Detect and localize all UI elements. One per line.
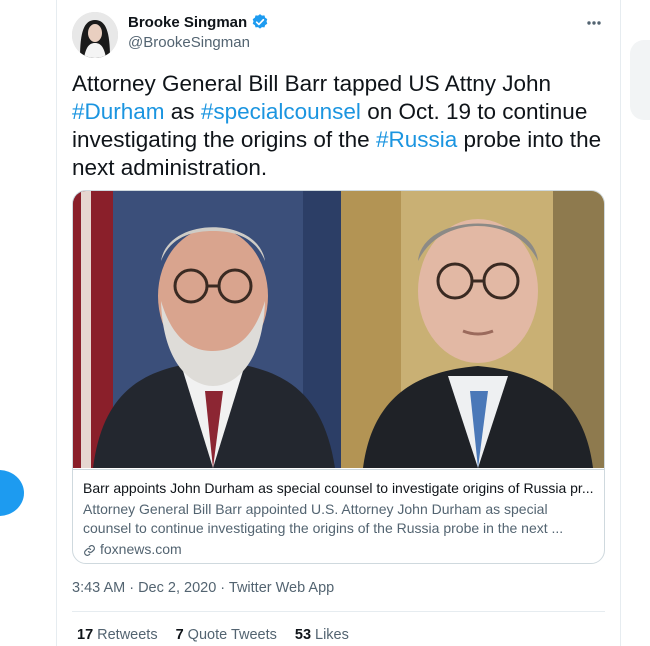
- divider: [72, 611, 605, 612]
- sidebar-panel: [630, 40, 650, 120]
- retweets-label: Retweets: [97, 627, 158, 643]
- link-icon: [83, 543, 96, 556]
- tweet-text: Attorney General Bill Barr tapped US Att…: [72, 70, 605, 182]
- handle[interactable]: @BrookeSingman: [128, 34, 269, 51]
- hashtag-link[interactable]: #Russia: [376, 127, 457, 152]
- retweets-stat[interactable]: 17 Retweets: [77, 627, 158, 643]
- verified-badge-icon: [251, 13, 269, 31]
- card-image: [73, 191, 604, 468]
- quotes-label: Quote Tweets: [187, 627, 277, 643]
- quote-tweets-stat[interactable]: 7 Quote Tweets: [176, 627, 277, 643]
- card-title: Barr appoints John Durham as special cou…: [83, 480, 594, 496]
- retweets-count: 17: [77, 627, 94, 643]
- quotes-count: 7: [175, 627, 184, 643]
- hashtag-link[interactable]: #Durham: [72, 99, 165, 124]
- link-card[interactable]: Barr appoints John Durham as special cou…: [72, 190, 605, 564]
- timeline-left-border: [56, 0, 57, 646]
- engagement-stats: 17 Retweets 7 Quote Tweets 53 Likes: [77, 627, 349, 643]
- likes-count: 53: [294, 627, 312, 643]
- card-description: Attorney General Bill Barr appointed U.S…: [83, 501, 564, 536]
- display-name-row: Brooke Singman: [128, 12, 269, 32]
- tweet-text-segment: as: [164, 99, 201, 124]
- hashtag-link[interactable]: #specialcounsel: [201, 99, 361, 124]
- card-domain-row: foxnews.com: [83, 540, 596, 559]
- more-options-icon[interactable]: [583, 12, 605, 34]
- card-info: Barr appoints John Durham as special cou…: [73, 469, 604, 559]
- avatar[interactable]: [72, 12, 118, 58]
- likes-label: Likes: [315, 627, 349, 643]
- tweet-text-segment: Attorney General Bill Barr tapped US Att…: [72, 71, 552, 96]
- author-names: Brooke Singman @BrookeSingman: [128, 12, 269, 51]
- compose-tweet-button[interactable]: [0, 470, 24, 516]
- card-domain: foxnews.com: [100, 541, 182, 557]
- display-name[interactable]: Brooke Singman: [128, 14, 247, 31]
- tweet-timestamp[interactable]: 3:43 AM · Dec 2, 2020 · Twitter Web App: [72, 580, 334, 596]
- timeline-right-border: [620, 0, 621, 646]
- likes-stat[interactable]: 53 Likes: [295, 627, 349, 643]
- tweet-header: Brooke Singman @BrookeSingman: [72, 8, 605, 58]
